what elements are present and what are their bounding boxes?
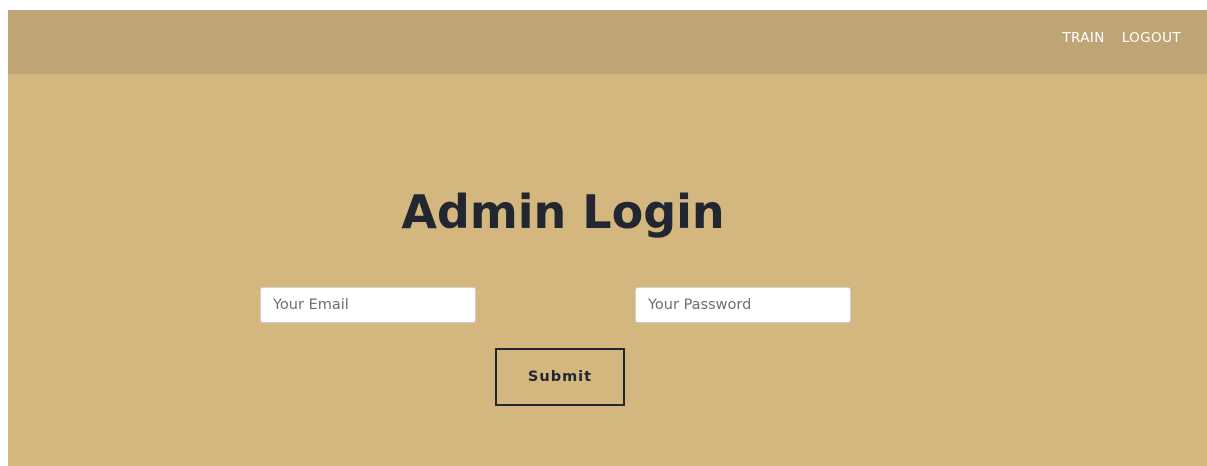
- page-frame: TRAIN LOGOUT Admin Login Submit: [8, 10, 1207, 466]
- navbar: TRAIN LOGOUT: [8, 10, 1207, 74]
- password-input[interactable]: [635, 287, 851, 323]
- nav-links: TRAIN LOGOUT: [1062, 30, 1181, 46]
- nav-item-logout[interactable]: LOGOUT: [1122, 30, 1181, 46]
- submit-button[interactable]: Submit: [495, 348, 625, 406]
- email-input[interactable]: [260, 287, 476, 323]
- page-title: Admin Login: [401, 185, 725, 239]
- nav-item-train[interactable]: TRAIN: [1062, 30, 1104, 46]
